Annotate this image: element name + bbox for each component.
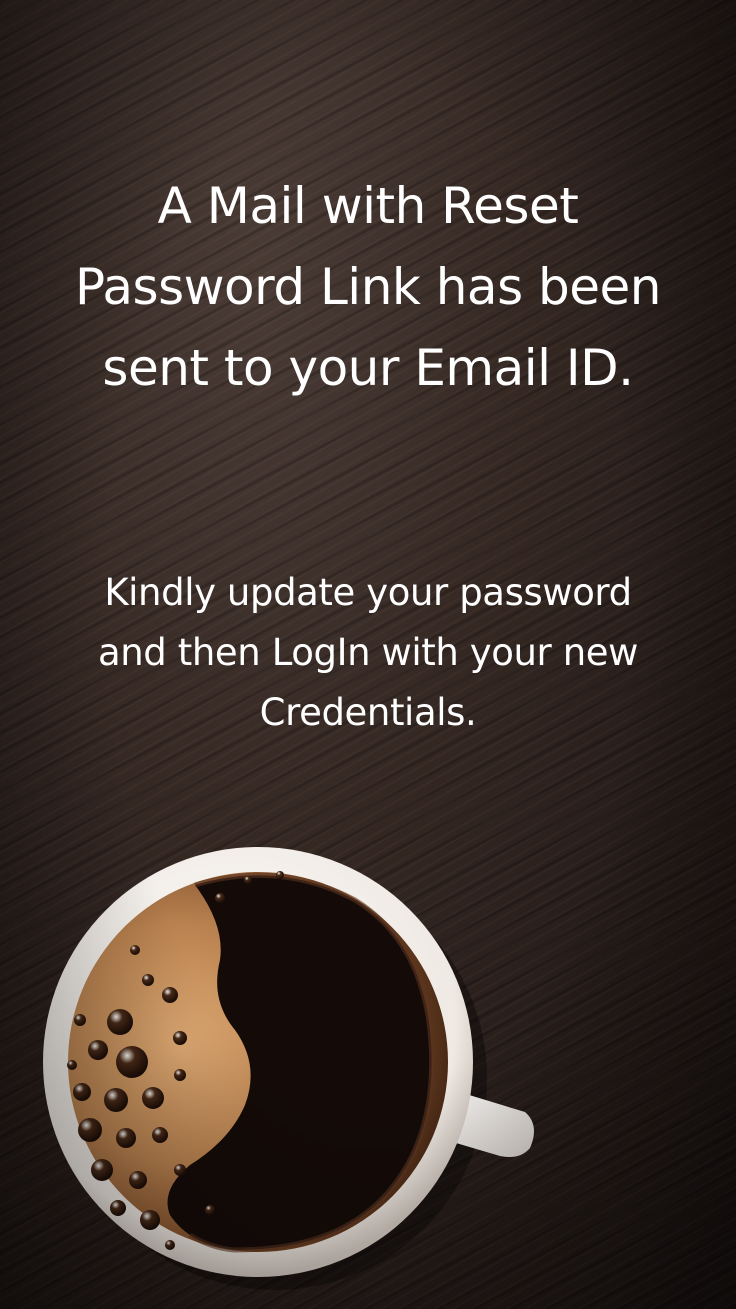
instruction-text: Kindly update your password and then Log… (97, 571, 638, 734)
reset-confirmation-screen: A Mail with Reset Password Link has been… (0, 0, 736, 1309)
confirmation-headline: A Mail with Reset Password Link has been… (75, 177, 661, 397)
coffee-cup-image (43, 847, 534, 1290)
